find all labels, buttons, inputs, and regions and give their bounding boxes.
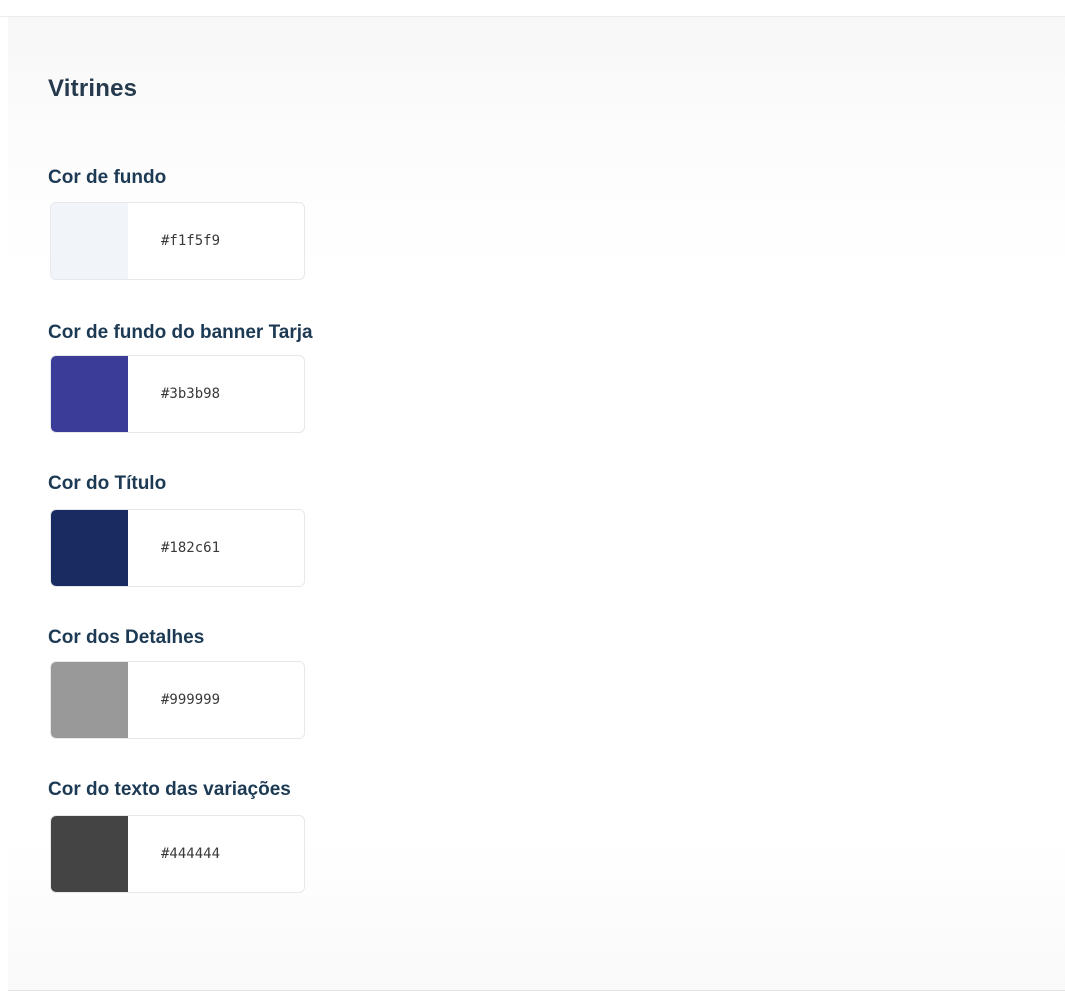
details-color-value[interactable]: #999999	[128, 662, 304, 738]
title-color-label: Cor do Título	[48, 473, 167, 494]
vitrines-section: Vitrines Cor de fundo #f1f5f9 Cor de fun…	[8, 17, 1065, 991]
banner-background-color-picker[interactable]: #3b3b98	[50, 355, 305, 433]
page: Vitrines Cor de fundo #f1f5f9 Cor de fun…	[0, 0, 1065, 996]
banner-background-color-swatch[interactable]	[51, 356, 128, 432]
variations-text-color-value[interactable]: #444444	[128, 816, 304, 892]
title-color-picker[interactable]: #182c61	[50, 509, 305, 587]
section-title: Vitrines	[48, 75, 138, 102]
variations-text-color-picker[interactable]: #444444	[50, 815, 305, 893]
details-color-swatch[interactable]	[51, 662, 128, 738]
variations-text-color-swatch[interactable]	[51, 816, 128, 892]
background-color-swatch[interactable]	[51, 203, 128, 279]
details-color-picker[interactable]: #999999	[50, 661, 305, 739]
background-color-picker[interactable]: #f1f5f9	[50, 202, 305, 280]
details-color-label: Cor dos Detalhes	[48, 627, 205, 648]
background-color-label: Cor de fundo	[48, 167, 167, 188]
banner-background-color-label: Cor de fundo do banner Tarja	[48, 322, 313, 343]
top-bar	[0, 0, 1065, 17]
variations-text-color-label: Cor do texto das variações	[48, 779, 291, 800]
background-color-value[interactable]: #f1f5f9	[128, 203, 304, 279]
banner-background-color-value[interactable]: #3b3b98	[128, 356, 304, 432]
title-color-value[interactable]: #182c61	[128, 510, 304, 586]
title-color-swatch[interactable]	[51, 510, 128, 586]
